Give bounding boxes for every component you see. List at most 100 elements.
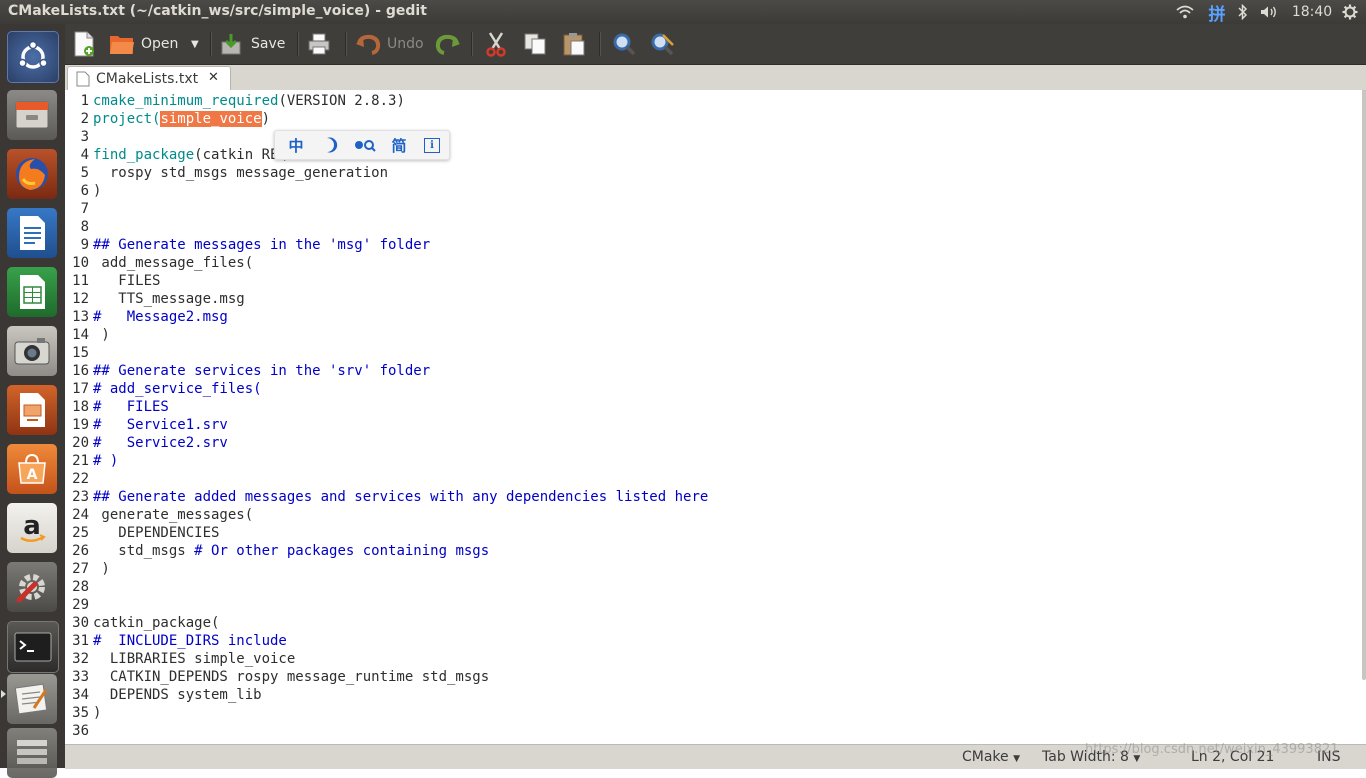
stacked-windows-icon[interactable]: [7, 728, 57, 778]
new-document-button[interactable]: [73, 28, 99, 60]
code-line[interactable]: # INCLUDE_DIRS include: [93, 632, 708, 650]
code-line[interactable]: # FILES: [93, 398, 708, 416]
scissors-icon: [486, 32, 506, 57]
print-button[interactable]: [307, 28, 333, 60]
ubuntu-dash-icon[interactable]: [7, 31, 59, 83]
code-line[interactable]: ## Generate messages in the 'msg' folder: [93, 236, 708, 254]
code-line[interactable]: project(simple_voice): [93, 110, 708, 128]
calc-icon[interactable]: [7, 267, 57, 317]
code-line[interactable]: [93, 596, 708, 614]
clock[interactable]: 18:40: [1292, 2, 1332, 22]
line-number: 31: [72, 633, 89, 649]
line-number-gutter: 1 2 3 4 5 6 7 8 9 10 11 12 13 14 15 16 17 18 19 20 21 22 23 24 2…: [65, 92, 89, 740]
redo-button[interactable]: [435, 28, 461, 60]
language-selector[interactable]: CMake ▼: [962, 749, 1020, 765]
window-title: CMakeLists.txt (~/catkin_ws/src/simple_v…: [8, 3, 427, 19]
line-number: 19: [72, 417, 89, 433]
code-line[interactable]: [93, 470, 708, 488]
line-number: 26: [72, 543, 89, 559]
folder-icon: [110, 36, 134, 54]
paste-icon: [563, 33, 585, 56]
code-line[interactable]: ## Generate added messages and services …: [93, 488, 708, 506]
ime-simplified-button[interactable]: 简: [388, 135, 410, 155]
gear-icon[interactable]: [1340, 2, 1360, 22]
selected-text[interactable]: simple_voice: [160, 111, 262, 127]
code-line[interactable]: [93, 218, 708, 236]
code-line[interactable]: # Service1.srv: [93, 416, 708, 434]
amazon-icon[interactable]: a: [7, 503, 57, 553]
vertical-scrollbar[interactable]: [1362, 90, 1366, 680]
document-icon: [76, 71, 90, 87]
code-line[interactable]: [93, 344, 708, 362]
code-line[interactable]: [93, 722, 708, 740]
volume-icon[interactable]: [1258, 2, 1282, 22]
code-line[interactable]: TTS_message.msg: [93, 290, 708, 308]
code-line[interactable]: catkin_package(: [93, 614, 708, 632]
impress-icon[interactable]: [7, 385, 57, 435]
line-number: 12: [72, 291, 89, 307]
code-line[interactable]: LIBRARIES simple_voice: [93, 650, 708, 668]
open-button[interactable]: Open: [109, 28, 178, 60]
code-line[interactable]: # ): [93, 452, 708, 470]
code-line[interactable]: ): [93, 326, 708, 344]
software-center-icon[interactable]: A: [7, 444, 57, 494]
line-number: 6: [80, 183, 89, 199]
terminal-icon[interactable]: [7, 621, 59, 673]
code-line[interactable]: [93, 578, 708, 596]
editor[interactable]: 1 2 3 4 5 6 7 8 9 10 11 12 13 14 15 16 17 18 19 20 21 22 23 24 2…: [65, 90, 1362, 744]
paste-button[interactable]: [562, 28, 588, 60]
code-line[interactable]: std_msgs # Or other packages containing …: [93, 542, 708, 560]
code-line[interactable]: ## Generate services in the 'srv' folder: [93, 362, 708, 380]
system-settings-icon[interactable]: [7, 562, 57, 612]
code-line[interactable]: # add_service_files(: [93, 380, 708, 398]
code-line[interactable]: rospy std_msgs message_generation: [93, 164, 708, 182]
ime-punctuation-button[interactable]: [353, 135, 377, 155]
save-button[interactable]: Save: [219, 28, 285, 60]
code-line[interactable]: DEPENDENCIES: [93, 524, 708, 542]
toolbar: Open ▼ Save Undo: [65, 24, 1366, 65]
code-line[interactable]: cmake_minimum_required(VERSION 2.8.3): [93, 92, 708, 110]
code-line[interactable]: # Message2.msg: [93, 308, 708, 326]
line-number: 17: [72, 381, 89, 397]
chevron-down-icon: ▼: [1013, 754, 1021, 764]
line-number: 28: [72, 579, 89, 595]
wifi-icon[interactable]: [1174, 2, 1196, 22]
bluetooth-icon[interactable]: [1236, 2, 1250, 22]
code-line[interactable]: CATKIN_DEPENDS rospy message_runtime std…: [93, 668, 708, 686]
find-button[interactable]: [612, 28, 638, 60]
ime-half-width-button[interactable]: [319, 135, 341, 155]
code-line[interactable]: add_message_files(: [93, 254, 708, 272]
code-line[interactable]: generate_messages(: [93, 506, 708, 524]
code-line[interactable]: ): [93, 704, 708, 722]
find-replace-button[interactable]: [650, 28, 676, 60]
line-number: 7: [80, 201, 89, 217]
code-comment: # Or other packages containing msgs: [194, 543, 490, 559]
input-method-indicator[interactable]: 拼: [1205, 2, 1229, 25]
open-recent-dropdown[interactable]: ▼: [191, 28, 203, 60]
code-line[interactable]: ): [93, 182, 708, 200]
code-area[interactable]: cmake_minimum_required(VERSION 2.8.3) pro…: [93, 92, 708, 740]
code-line[interactable]: # Service2.srv: [93, 434, 708, 452]
copy-button[interactable]: [523, 28, 549, 60]
firefox-icon[interactable]: [7, 149, 57, 199]
ime-info-button[interactable]: i: [423, 135, 441, 155]
files-icon[interactable]: [7, 90, 57, 140]
writer-icon[interactable]: [7, 208, 57, 258]
line-number: 15: [72, 345, 89, 361]
ime-mode-button[interactable]: 中: [285, 135, 307, 155]
tab-cmakelists[interactable]: CMakeLists.txt ✕: [67, 66, 231, 91]
line-number: 22: [72, 471, 89, 487]
watermark: https://blog.csdn.net/weixin_43993821: [1085, 742, 1339, 757]
code-line[interactable]: ): [93, 560, 708, 578]
cut-button[interactable]: [485, 28, 511, 60]
search-icon: [613, 33, 636, 56]
close-icon[interactable]: ✕: [208, 70, 219, 85]
code-line[interactable]: DEPENDS system_lib: [93, 686, 708, 704]
code-line[interactable]: FILES: [93, 272, 708, 290]
camera-icon[interactable]: [7, 326, 57, 376]
undo-button[interactable]: Undo: [355, 28, 424, 60]
code-line[interactable]: [93, 200, 708, 218]
save-icon: [221, 34, 241, 55]
text-editor-icon[interactable]: [7, 674, 57, 724]
undo-label: Undo: [387, 36, 424, 52]
